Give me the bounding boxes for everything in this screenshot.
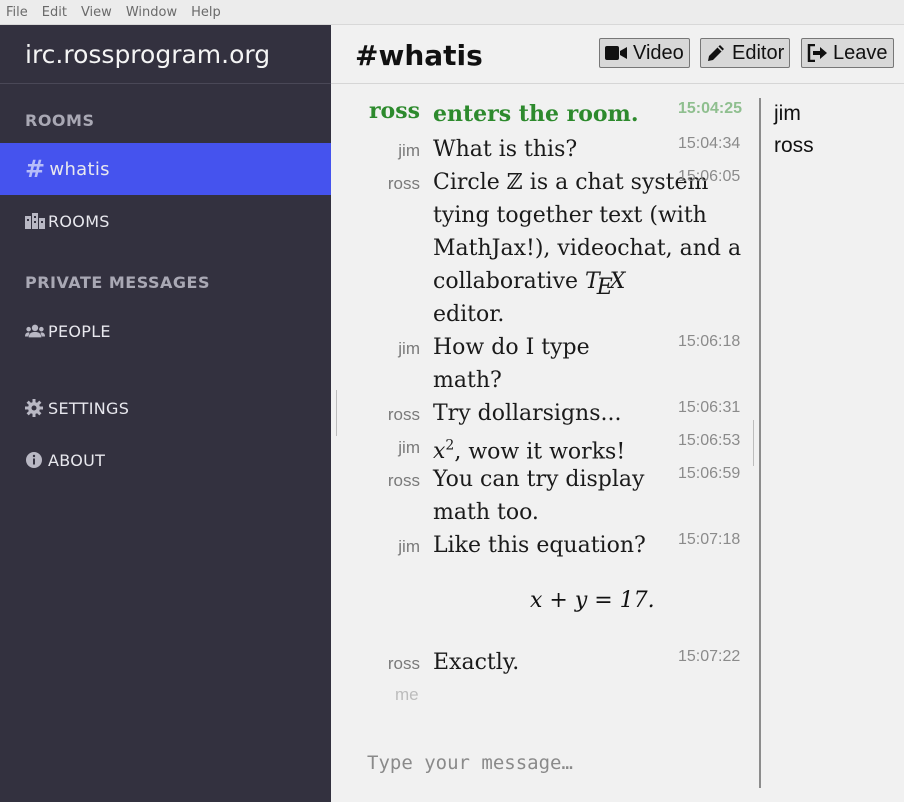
message-text: How do I type math? <box>433 335 590 393</box>
message-nick: ross <box>387 174 420 193</box>
building-icon <box>25 212 45 230</box>
video-button[interactable]: Video <box>599 38 690 68</box>
hash-icon: # <box>25 155 46 183</box>
info-icon <box>25 451 45 469</box>
app-menubar: File Edit View Window Help <box>0 0 904 25</box>
video-camera-icon <box>605 46 627 60</box>
userlist-divider <box>759 98 761 788</box>
user-item-jim[interactable]: jim <box>774 100 814 132</box>
sidebar-item-label: ROOMS <box>48 211 110 231</box>
chat-scrollbar[interactable] <box>753 420 754 466</box>
message-nick: ross <box>368 98 420 124</box>
message-text: You can try display math too. <box>433 467 645 525</box>
display-equation: x + y = 17. <box>530 588 655 613</box>
pencil-icon <box>708 45 724 61</box>
message-time: 15:06:18 <box>678 333 741 350</box>
private-messages-title: PRIVATE MESSAGES <box>25 273 210 292</box>
math-x-squared: x2 <box>433 438 455 465</box>
menu-window[interactable]: Window <box>126 5 177 20</box>
sidebar-item-about[interactable]: ABOUT <box>0 445 331 475</box>
sidebar-item-rooms[interactable]: ROOMS <box>0 206 331 236</box>
sidebar-item-label: SETTINGS <box>48 398 130 418</box>
menu-help[interactable]: Help <box>191 5 221 20</box>
tex-logo: TEX <box>585 269 626 300</box>
my-nick: me <box>395 685 419 704</box>
message-nick: jim <box>398 141 420 160</box>
chat-resize-handle[interactable] <box>336 390 337 436</box>
message-nick: ross <box>387 405 420 424</box>
users-icon <box>25 322 45 340</box>
leave-button-label: Leave <box>833 41 888 64</box>
message-time: 15:04:34 <box>678 135 741 152</box>
editor-button[interactable]: Editor <box>700 38 791 68</box>
message-time: 15:07:22 <box>678 648 741 665</box>
user-item-ross[interactable]: ross <box>774 132 814 164</box>
chat-log: ross enters the room. 15:04:25 jim What … <box>340 84 760 794</box>
leave-button[interactable]: Leave <box>801 38 894 68</box>
message-time: 15:06:53 <box>678 432 741 449</box>
message-nick: jim <box>398 339 420 358</box>
sign-out-icon <box>807 44 827 62</box>
sidebar-item-label: whatis <box>49 158 110 180</box>
menu-file[interactable]: File <box>6 5 28 20</box>
message-nick: jim <box>398 537 420 556</box>
video-button-label: Video <box>633 41 684 64</box>
menu-edit[interactable]: Edit <box>42 5 67 20</box>
sidebar-item-whatis[interactable]: # whatis <box>0 143 331 195</box>
message-time: 15:07:18 <box>678 531 741 548</box>
message-time: 15:06:59 <box>678 465 741 482</box>
rooms-section-title: ROOMS <box>25 111 95 130</box>
message-time: 15:06:05 <box>678 168 741 185</box>
sidebar-item-people[interactable]: PEOPLE <box>0 316 331 346</box>
message-nick: ross <box>387 654 420 673</box>
sidebar-item-label: PEOPLE <box>48 321 111 341</box>
message-nick: ross <box>387 471 420 490</box>
sidebar: irc.rossprogram.org ROOMS # whatis ROOMS… <box>0 25 331 802</box>
user-list: jim ross <box>774 100 814 164</box>
sidebar-item-label: ABOUT <box>48 450 106 470</box>
sidebar-item-settings[interactable]: SETTINGS <box>0 393 331 423</box>
gear-icon <box>25 399 45 417</box>
editor-button-label: Editor <box>732 41 785 64</box>
message-input[interactable]: Type your message… <box>367 752 573 774</box>
server-name: irc.rossprogram.org <box>0 25 331 84</box>
message-text: Circle ℤ is a chat system tying together… <box>433 170 742 327</box>
page-title: #whatis <box>355 39 483 72</box>
menu-view[interactable]: View <box>81 5 112 20</box>
message-time: 15:04:25 <box>678 100 743 117</box>
message-nick: jim <box>398 438 420 457</box>
message-time: 15:06:31 <box>678 399 741 416</box>
room-header: #whatis Video Editor Leave <box>331 25 904 84</box>
